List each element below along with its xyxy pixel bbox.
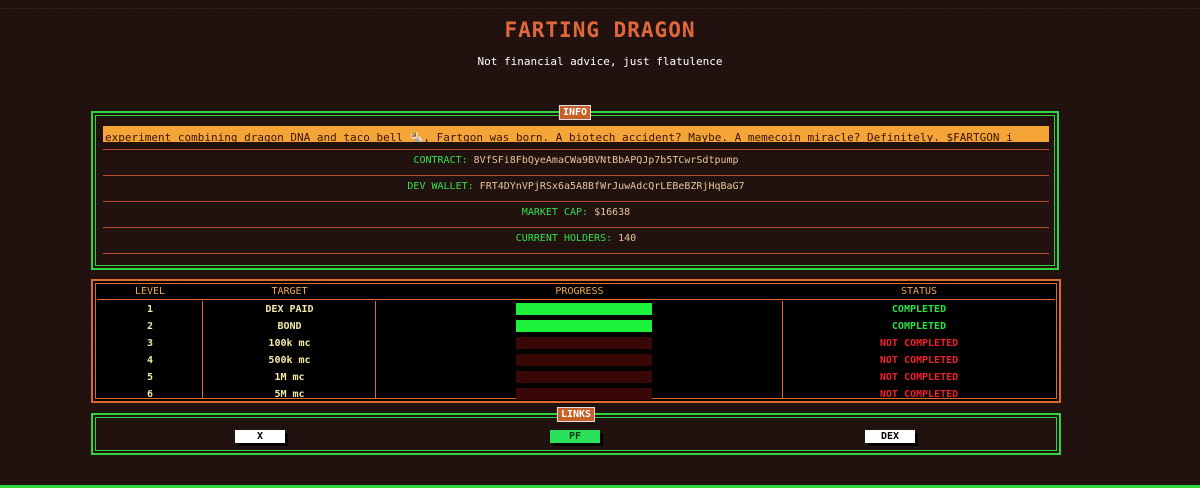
header-status: STATUS xyxy=(900,286,938,297)
pf-link-button[interactable]: PF xyxy=(550,430,600,443)
target-cell: BOND xyxy=(277,321,302,332)
progress-bar xyxy=(516,320,652,332)
info-bottom-divider xyxy=(103,253,1049,254)
level-cell: 3 xyxy=(146,338,154,349)
table-row: 1 DEX PAID COMPLETED xyxy=(97,301,1055,318)
ticker-text: experiment combining dragon DNA and taco… xyxy=(105,131,1013,142)
contract-row[interactable]: CONTRACT: 8VfSFi8FbQyeAmaCWa9BVNtBbAPQJp… xyxy=(103,149,1049,176)
contract-value[interactable]: 8VfSFi8FbQyeAmaCWa9BVNtBbAPQJp7b5TCwrSdt… xyxy=(474,155,739,166)
dev-wallet-value[interactable]: FRT4DYnVPjRSx6a5A8BfWrJuwAdcQrLEBeBZRjHq… xyxy=(480,181,745,192)
holders-label: CURRENT HOLDERS: xyxy=(515,233,613,244)
progress-bar xyxy=(516,303,652,315)
progress-bar xyxy=(516,371,652,383)
info-panel: INFO experiment combining dragon DNA and… xyxy=(91,105,1059,270)
levels-table: LEVEL TARGET PROGRESS STATUS 1 DEX PAID … xyxy=(91,279,1061,403)
status-cell: NOT COMPLETED xyxy=(879,389,959,400)
table-row: 3 100k mc NOT COMPLETED xyxy=(97,335,1055,352)
dev-wallet-label: DEV WALLET: xyxy=(407,181,474,192)
holders-value: 140 xyxy=(618,233,637,244)
progress-bar xyxy=(516,337,652,349)
progress-bar xyxy=(516,354,652,366)
table-row: 4 500k mc NOT COMPLETED xyxy=(97,352,1055,369)
target-cell: 5M mc xyxy=(274,389,305,400)
links-panel: LINKS X PF DEX xyxy=(91,407,1061,455)
status-cell: NOT COMPLETED xyxy=(879,338,959,349)
progress-fill xyxy=(516,320,652,332)
target-cell: 100k mc xyxy=(268,338,311,349)
market-cap-label: MARKET CAP: xyxy=(521,207,589,218)
holders-row: CURRENT HOLDERS: 140 xyxy=(103,227,1049,254)
header-progress: PROGRESS xyxy=(555,286,604,297)
table-row: 5 1M mc NOT COMPLETED xyxy=(97,369,1055,386)
x-link-button[interactable]: X xyxy=(235,430,285,443)
market-cap-value: $16638 xyxy=(594,207,631,218)
level-cell: 4 xyxy=(146,355,154,366)
dev-wallet-row[interactable]: DEV WALLET: FRT4DYnVPjRSx6a5A8BfWrJuwAdc… xyxy=(103,175,1049,202)
levels-header-row: LEVEL TARGET PROGRESS STATUS xyxy=(97,284,1055,300)
target-cell: 500k mc xyxy=(268,355,311,366)
level-cell: 5 xyxy=(146,372,154,383)
status-cell: NOT COMPLETED xyxy=(879,355,959,366)
table-row: 6 5M mc NOT COMPLETED xyxy=(97,386,1055,403)
level-cell: 2 xyxy=(146,321,154,332)
target-cell: 1M mc xyxy=(274,372,305,383)
status-cell: NOT COMPLETED xyxy=(879,372,959,383)
info-legend: INFO xyxy=(558,105,592,120)
level-cell: 1 xyxy=(146,304,154,315)
header-target: TARGET xyxy=(271,286,308,297)
status-cell: COMPLETED xyxy=(891,321,947,332)
status-cell: COMPLETED xyxy=(891,304,947,315)
progress-fill xyxy=(516,303,652,315)
progress-bar xyxy=(516,388,652,400)
dex-link-button[interactable]: DEX xyxy=(865,430,915,443)
header-level: LEVEL xyxy=(134,286,166,297)
links-legend: LINKS xyxy=(556,407,596,422)
top-divider xyxy=(0,8,1200,9)
market-cap-row: MARKET CAP: $16638 xyxy=(103,201,1049,228)
page-background: FARTING DRAGON Not financial advice, jus… xyxy=(0,0,1200,488)
table-row: 2 BOND COMPLETED xyxy=(97,318,1055,335)
contract-label: CONTRACT: xyxy=(413,155,468,166)
level-cell: 6 xyxy=(146,389,154,400)
target-cell: DEX PAID xyxy=(265,304,314,315)
info-ticker: experiment combining dragon DNA and taco… xyxy=(103,126,1049,142)
page-title: FARTING DRAGON xyxy=(504,18,696,42)
page-subtitle: Not financial advice, just flatulence xyxy=(477,55,723,68)
